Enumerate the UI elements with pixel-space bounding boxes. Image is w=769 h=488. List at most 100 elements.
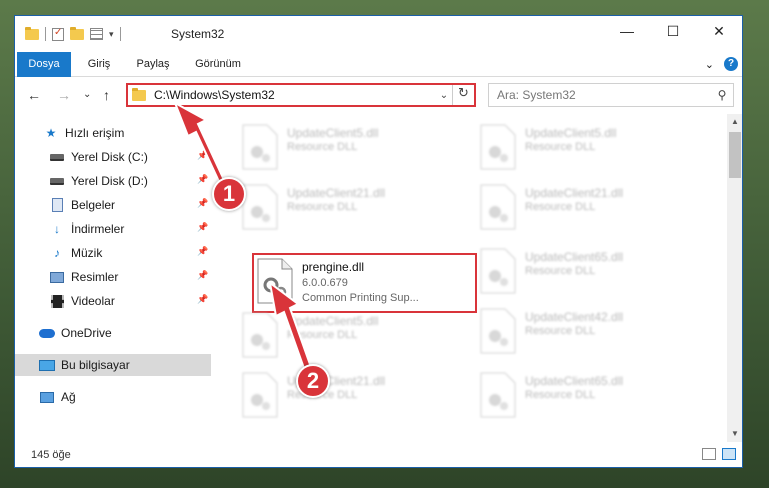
pin-icon: 📌 [197, 294, 209, 304]
sidebar-item-label: Yerel Disk (C:) [71, 150, 148, 164]
tab-share[interactable]: Paylaş [127, 52, 179, 77]
tab-view[interactable]: Görünüm [185, 52, 251, 77]
sidebar-item-quick-access[interactable]: ★ Hızlı erişim [15, 122, 211, 144]
ribbon-tabs: Dosya Giriş Paylaş Görünüm ⌄ ? [15, 52, 742, 77]
quick-access-toolbar: ▾ [25, 26, 121, 41]
new-folder-icon[interactable] [70, 26, 84, 40]
minimize-button[interactable]: — [604, 16, 650, 46]
scroll-up-icon[interactable]: ▲ [727, 114, 742, 130]
file-item[interactable]: UpdateClient21.dll Resource DLL [475, 178, 700, 236]
sidebar-item-pictures[interactable]: Resimler 📌 [15, 266, 211, 288]
file-item[interactable]: UpdateClient21.dll Resource DLL [237, 178, 462, 236]
vertical-scrollbar[interactable]: ▲ ▼ [727, 114, 742, 442]
disk-icon [49, 150, 65, 164]
sidebar-item-disk-c[interactable]: Yerel Disk (C:) 📌 [15, 146, 211, 168]
file-item[interactable]: UpdateClient5.dll Resource DLL [475, 118, 700, 176]
file-list: UpdateClient5.dll Resource DLL UpdateCli… [212, 114, 727, 442]
sidebar-item-videos[interactable]: Videolar 📌 [15, 290, 211, 312]
item-count: 145 öğe [31, 449, 71, 461]
sidebar-item-documents[interactable]: Belgeler 📌 [15, 194, 211, 216]
back-icon[interactable]: ← [27, 87, 41, 103]
search-input[interactable]: Ara: System32 [497, 88, 711, 102]
file-item[interactable]: UpdateClient5.dll Resource DLL [237, 118, 462, 176]
cloud-icon [39, 326, 55, 340]
title-bar: ▾ System32 — ☐ ✕ [15, 16, 742, 52]
navigation-pane: ★ Hızlı erişim Yerel Disk (C:) 📌 Yerel D… [15, 114, 211, 442]
video-icon [49, 294, 65, 308]
file-name: UpdateClient65.dll [525, 374, 624, 388]
file-name: prengine.dll [302, 260, 365, 274]
sidebar-item-label: Yerel Disk (D:) [71, 174, 148, 188]
details-view-icon[interactable] [702, 448, 716, 460]
tiles-view-icon[interactable] [722, 448, 736, 460]
file-type: Resource DLL [287, 329, 358, 341]
sidebar-item-onedrive[interactable]: OneDrive [15, 322, 211, 344]
file-type: Resource DLL [525, 389, 596, 401]
file-item[interactable]: UpdateClient21.dll Resource DLL [237, 366, 462, 424]
sidebar-item-music[interactable]: ♪ Müzik 📌 [15, 242, 211, 264]
pin-icon: 📌 [197, 246, 209, 256]
file-item-prengine[interactable]: prengine.dll 6.0.0.679 Common Printing S… [252, 253, 477, 313]
separator [119, 27, 121, 41]
sidebar-item-this-pc[interactable]: Bu bilgisayar [15, 354, 211, 376]
network-icon [39, 390, 55, 404]
dll-file-icon [480, 372, 516, 418]
file-name: UpdateClient21.dll [287, 186, 386, 200]
pin-icon: 📌 [197, 150, 209, 160]
tab-home[interactable]: Giriş [77, 52, 121, 77]
separator [45, 27, 46, 41]
dll-file-icon [480, 184, 516, 230]
star-icon: ★ [45, 126, 57, 140]
file-type: Resource DLL [525, 325, 596, 337]
file-name: UpdateClient21.dll [525, 186, 624, 200]
view-buttons [702, 448, 736, 460]
file-item[interactable]: UpdateClient42.dll Resource DLL [475, 302, 700, 360]
properties-icon[interactable] [52, 27, 64, 41]
address-bar[interactable]: C:\Windows\System32 ⌄ ↻ [126, 83, 476, 107]
sidebar-item-label: Belgeler [71, 198, 116, 212]
sidebar-item-network[interactable]: Ağ [15, 386, 211, 408]
dll-file-icon [480, 124, 516, 170]
maximize-button[interactable]: ☐ [650, 16, 696, 46]
address-path[interactable]: C:\Windows\System32 [154, 88, 436, 102]
file-type: Resource DLL [525, 141, 596, 153]
file-description: Common Printing Sup... [302, 292, 419, 304]
computer-icon [39, 358, 55, 372]
file-item[interactable]: UpdateClient5.dll Resource DLL [237, 306, 462, 364]
search-icon[interactable]: ⚲ [711, 88, 733, 102]
window-title: System32 [171, 27, 225, 41]
file-name: UpdateClient5.dll [287, 126, 379, 140]
file-item[interactable]: UpdateClient65.dll Resource DLL [475, 366, 700, 424]
sidebar-item-downloads[interactable]: ↓ İndirmeler 📌 [15, 218, 211, 240]
file-item[interactable]: UpdateClient65.dll Resource DLL [475, 242, 700, 300]
pin-icon: 📌 [197, 222, 209, 232]
download-icon: ↓ [54, 222, 60, 236]
help-icon[interactable]: ? [724, 57, 738, 71]
scroll-thumb[interactable] [729, 132, 741, 178]
search-box[interactable]: Ara: System32 ⚲ [488, 83, 734, 107]
music-icon: ♪ [54, 246, 60, 260]
sidebar-item-label: Bu bilgisayar [61, 358, 130, 372]
sidebar-item-label: Resimler [71, 270, 119, 284]
scroll-down-icon[interactable]: ▼ [727, 426, 742, 442]
dll-file-icon [480, 308, 516, 354]
sidebar-item-disk-d[interactable]: Yerel Disk (D:) 📌 [15, 170, 211, 192]
dll-file-icon [480, 248, 516, 294]
step-badge-2: 2 [296, 364, 330, 398]
address-dropdown-icon[interactable]: ⌄ [436, 90, 452, 101]
customize-toolbar-icon[interactable]: ▾ [109, 29, 114, 40]
up-icon[interactable]: ↑ [103, 87, 110, 103]
sidebar-item-label: İndirmeler [71, 222, 125, 236]
close-button[interactable]: ✕ [696, 16, 742, 46]
forward-icon[interactable]: → [57, 87, 71, 103]
pin-icon: 📌 [197, 198, 209, 208]
tab-file[interactable]: Dosya [17, 52, 71, 77]
sidebar-item-label: Müzik [71, 246, 103, 260]
expand-ribbon-icon[interactable]: ⌄ [705, 58, 714, 71]
view-options-icon[interactable] [90, 28, 103, 40]
dll-file-icon [242, 372, 278, 418]
refresh-icon[interactable]: ↻ [452, 85, 474, 105]
file-type: Resource DLL [287, 201, 358, 213]
pin-icon: 📌 [197, 174, 209, 184]
recent-locations-icon[interactable]: ⌄ [83, 89, 91, 100]
